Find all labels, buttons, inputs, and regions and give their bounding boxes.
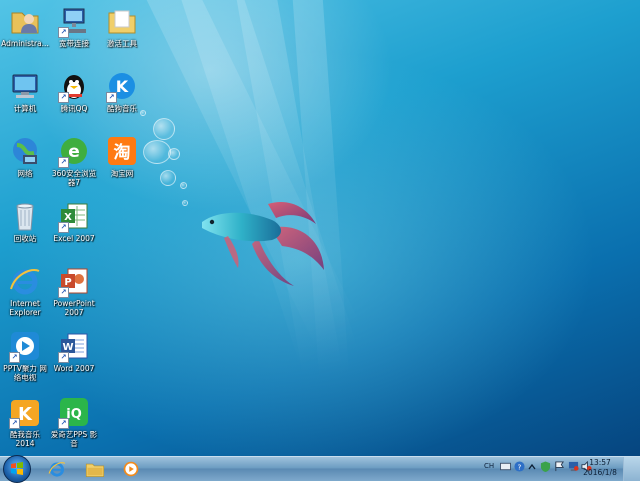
- icon-label: 腾讯QQ: [60, 104, 88, 113]
- clock-time: 13:57: [589, 458, 611, 467]
- powerpoint-icon: P ↗: [58, 265, 90, 298]
- icon-label: 爱奇艺PPS 影音: [50, 430, 98, 448]
- qq-penguin-icon: ↗: [58, 70, 90, 103]
- desktop-icon-iqiyi-pps[interactable]: iQ ↗ 爱奇艺PPS 影音: [50, 396, 98, 448]
- shortcut-arrow-icon: ↗: [106, 92, 117, 103]
- kugou-music-icon: K ↗: [106, 70, 138, 103]
- bubble: [168, 148, 180, 160]
- icon-label: 激活工具: [107, 39, 137, 48]
- icon-label: 宽带连接: [59, 39, 89, 48]
- bubble: [143, 140, 171, 164]
- icon-label: Word 2007: [53, 364, 95, 373]
- bubble: [153, 118, 175, 140]
- desktop-icon-computer[interactable]: 计算机: [1, 70, 49, 113]
- taskbar: CH ? 13:57 2016/1/8: [0, 455, 640, 483]
- windows-logo-icon: [11, 462, 23, 475]
- icon-label: PPTV聚力 网络电视: [3, 364, 47, 382]
- desktop-icon-word[interactable]: W ↗ Word 2007: [50, 330, 98, 373]
- betta-fish-image: [202, 202, 324, 286]
- icon-label: 酷我音乐 2014: [10, 430, 40, 448]
- bubble: [180, 182, 187, 189]
- shortcut-arrow-icon: ↗: [58, 157, 69, 168]
- network-globe-icon: [9, 135, 41, 167]
- help-icon[interactable]: ?: [514, 461, 525, 474]
- media-player-icon: [123, 461, 139, 477]
- internet-explorer-icon: [9, 265, 41, 297]
- svg-text:淘: 淘: [114, 142, 131, 163]
- taskbar-explorer-button[interactable]: [80, 458, 110, 480]
- internet-explorer-icon: [48, 462, 66, 477]
- taobao-icon: 淘: [106, 135, 138, 167]
- broadband-connection-icon: ↗: [58, 5, 90, 38]
- svg-text:e: e: [68, 142, 80, 162]
- icon-label: 淘宝网: [110, 169, 134, 178]
- computer-icon: [9, 70, 41, 102]
- desktop-icon-qq[interactable]: ↗ 腾讯QQ: [50, 70, 98, 113]
- action-center-flag-icon[interactable]: [554, 461, 565, 474]
- recycle-bin-icon: [9, 200, 41, 232]
- clock[interactable]: 13:57 2016/1/8: [580, 458, 620, 478]
- word-icon: W ↗: [58, 330, 90, 363]
- icon-label: 网络: [17, 169, 33, 178]
- bubble: [182, 200, 188, 206]
- taskbar-ie-button[interactable]: [42, 458, 72, 480]
- desktop-icon-taobao[interactable]: 淘 淘宝网: [98, 135, 146, 178]
- folder-icon: [106, 5, 138, 37]
- desktop-icon-internet-explorer[interactable]: Internet Explorer: [1, 265, 49, 317]
- shortcut-arrow-icon: ↗: [58, 418, 69, 429]
- taskbar-media-player-button[interactable]: [116, 458, 146, 480]
- desktop-icon-kugou-music[interactable]: K ↗ 酷狗音乐: [98, 70, 146, 113]
- 360-browser-icon: e ↗: [58, 135, 90, 168]
- folder-icon: [85, 463, 105, 477]
- desktop-icon-recycle-bin[interactable]: 回收站: [1, 200, 49, 243]
- svg-text:K: K: [116, 77, 129, 96]
- desktop-icon-network[interactable]: 网络: [1, 135, 49, 178]
- desktop-icon-pptv[interactable]: ↗ PPTV聚力 网络电视: [1, 330, 49, 382]
- clock-date: 2016/1/8: [583, 468, 617, 477]
- icon-label: 计算机: [13, 104, 37, 113]
- network-icon[interactable]: [568, 461, 579, 474]
- shortcut-arrow-icon: ↗: [9, 352, 20, 363]
- language-indicator[interactable]: CH: [484, 462, 494, 470]
- shortcut-arrow-icon: ↗: [58, 92, 69, 103]
- chevron-up-icon[interactable]: [528, 463, 536, 473]
- pptv-icon: ↗: [9, 330, 41, 363]
- desktop-icon-user-folder[interactable]: Administra...: [1, 5, 49, 48]
- system-tray: CH ? 13:57 2016/1/8: [470, 457, 640, 481]
- desktop-icon-kuwo-music[interactable]: K ↗ 酷我音乐 2014: [1, 396, 49, 448]
- iqiyi-pps-icon: iQ ↗: [58, 396, 90, 429]
- start-button[interactable]: [3, 455, 31, 483]
- shortcut-arrow-icon: ↗: [58, 27, 69, 38]
- icon-label: Administra...: [1, 39, 49, 48]
- shortcut-arrow-icon: ↗: [58, 352, 69, 363]
- desktop-wallpaper: Administra... 计算机 网络 回收站 Internet Explor…: [0, 0, 640, 456]
- icon-label: Excel 2007: [53, 234, 95, 243]
- icon-label: Internet Explorer: [9, 299, 41, 317]
- desktop-icon-broadband[interactable]: ↗ 宽带连接: [50, 5, 98, 48]
- icon-label: 回收站: [13, 234, 37, 243]
- user-folder-icon: [9, 5, 41, 37]
- desktop-icon-excel[interactable]: X ↗ Excel 2007: [50, 200, 98, 243]
- excel-icon: X ↗: [58, 200, 90, 233]
- desktop-icon-activation-tool[interactable]: 激活工具: [98, 5, 146, 48]
- icon-label: 酷狗音乐: [107, 104, 137, 113]
- desktop-icon-powerpoint[interactable]: P ↗ PowerPoint 2007: [50, 265, 98, 317]
- keyboard-icon[interactable]: [500, 461, 511, 474]
- svg-text:K: K: [18, 404, 33, 425]
- kuwo-music-icon: K ↗: [9, 396, 41, 429]
- show-desktop-button[interactable]: [623, 457, 640, 481]
- desktop-icon-360-browser[interactable]: e ↗ 360安全浏览器7: [50, 135, 98, 187]
- security-shield-icon[interactable]: [540, 461, 551, 474]
- icon-label: 360安全浏览器7: [51, 169, 97, 187]
- bubble: [160, 170, 176, 186]
- svg-text:?: ?: [518, 462, 522, 471]
- shortcut-arrow-icon: ↗: [58, 287, 69, 298]
- icon-label: PowerPoint 2007: [53, 299, 95, 317]
- shortcut-arrow-icon: ↗: [9, 418, 20, 429]
- shortcut-arrow-icon: ↗: [58, 222, 69, 233]
